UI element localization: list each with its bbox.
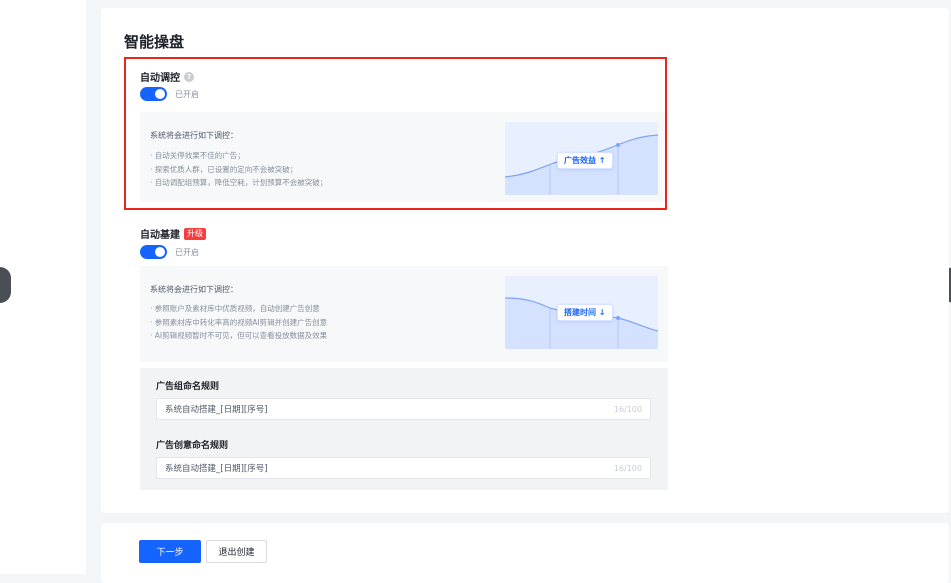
ad-creative-naming-count: 16/100 [613,463,642,473]
ad-creative-naming-label: 广告创意命名规则 [156,441,229,451]
ad-group-naming-label: 广告组命名规则 [156,382,220,392]
ad-creative-naming-input[interactable]: 系统自动搭建_[日期][序号] 16/100 [156,457,651,479]
naming-rules-panel: 广告组命名规则 系统自动搭建_[日期][序号] 16/100 广告创意命名规则 … [140,368,668,490]
highlight-box [124,57,667,210]
list-item: 参照账户及素材库中优质视频，自动创建广告创意 [150,302,327,316]
list-item: AI剪辑视频暂时不可见，但可以查看投放数据及效果 [150,329,327,343]
auto-build-toggle-row: 已开启 [140,245,199,259]
left-sidebar-area [0,0,86,574]
exit-create-button[interactable]: 退出创建 [206,540,267,563]
page-title: 智能操盘 [124,33,185,51]
carousel-prev-button[interactable] [0,267,11,303]
auto-build-info-panel: 系统将会进行如下调控： 参照账户及素材库中优质视频，自动创建广告创意 参照素材库… [140,266,668,362]
upgrade-badge: 升级 [184,227,206,240]
build-time-badge: 搭建时间 ↓ [557,304,613,321]
auto-build-info-heading: 系统将会进行如下调控： [150,285,238,294]
ad-group-naming-input[interactable]: 系统自动搭建_[日期][序号] 16/100 [156,398,651,420]
ad-group-naming-value: 系统自动搭建_[日期][序号] [165,405,268,415]
auto-build-title-row: 自动基建 升级 [140,226,206,241]
list-item: 参照素材库中转化率高的视频AI剪辑并创建广告创意 [150,316,327,330]
auto-build-toggle-label: 已开启 [175,247,199,257]
auto-build-info-list: 参照账户及素材库中优质视频，自动创建广告创意 参照素材库中转化率高的视频AI剪辑… [150,302,327,343]
ad-creative-naming-value: 系统自动搭建_[日期][序号] [165,464,268,474]
next-step-button[interactable]: 下一步 [139,540,201,563]
auto-build-toggle[interactable] [140,245,167,259]
build-time-illustration: 搭建时间 ↓ [505,276,658,349]
ad-group-naming-count: 16/100 [613,404,642,414]
auto-build-title: 自动基建 [140,230,180,241]
